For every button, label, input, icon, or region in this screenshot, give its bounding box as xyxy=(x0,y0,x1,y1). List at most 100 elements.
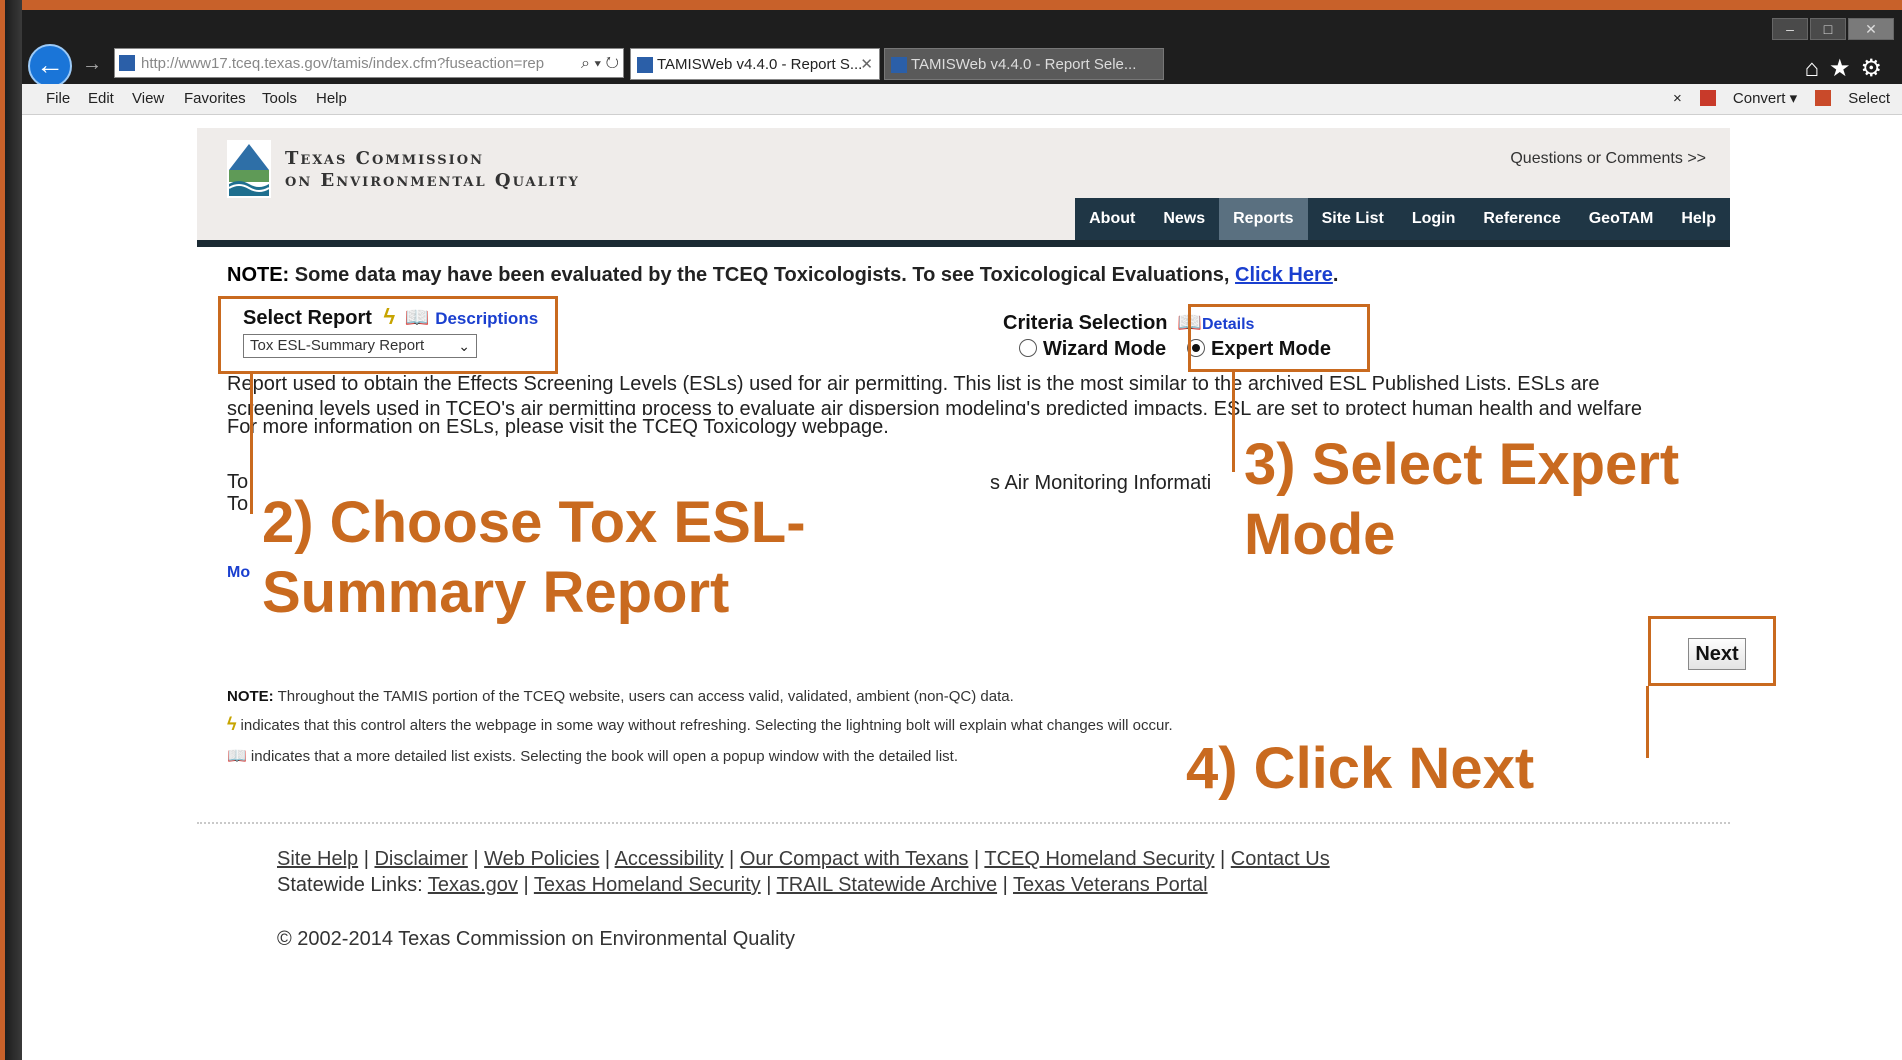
description-line-2: screening levels used in TCEQ's air perm… xyxy=(227,398,1643,415)
frame-border-left xyxy=(0,0,22,1060)
tamis-note-label: NOTE: xyxy=(227,688,274,705)
partial-text: To xyxy=(227,471,249,493)
statewide-links-label: Statewide Links: xyxy=(277,874,428,896)
nav-login[interactable]: Login xyxy=(1398,198,1470,240)
minimize-button[interactable]: – xyxy=(1772,18,1808,40)
restore-button[interactable]: □ xyxy=(1810,18,1846,40)
annotation-step-3-line-2: Mode xyxy=(1244,501,1396,567)
footer-homeland-security-link[interactable]: TCEQ Homeland Security xyxy=(984,848,1214,870)
annotation-step-2-line-1: 2) Choose Tox ESL- xyxy=(262,490,806,555)
select-button[interactable]: Select xyxy=(1815,90,1890,107)
annotation-step-4: 4) Click Next xyxy=(1186,736,1535,801)
tab-label: TAMISWeb v4.4.0 - Report S... xyxy=(657,56,863,73)
note-label: NOTE: xyxy=(227,264,290,286)
wizard-mode-option[interactable]: Wizard Mode xyxy=(1019,338,1166,361)
nav-reports[interactable]: Reports xyxy=(1219,198,1308,240)
back-arrow-icon: ← xyxy=(36,49,64,80)
forward-button[interactable]: → xyxy=(80,52,104,76)
address-url: http://www17.tceq.texas.gov/tamis/index.… xyxy=(141,55,545,72)
footer-compact-link[interactable]: Our Compact with Texans xyxy=(740,848,969,870)
wizard-mode-label: Wizard Mode xyxy=(1043,338,1167,360)
address-bar[interactable]: http://www17.tceq.texas.gov/tamis/index.… xyxy=(114,48,624,78)
bolt-legend-text: indicates that this control alters the w… xyxy=(240,717,1173,734)
select-label: Select xyxy=(1848,90,1890,107)
annotation-connector xyxy=(1232,372,1235,472)
nav-reference[interactable]: Reference xyxy=(1469,198,1574,240)
tab-label: TAMISWeb v4.4.0 - Report Sele... xyxy=(911,56,1137,73)
menu-edit[interactable]: Edit xyxy=(88,90,114,107)
tab-close-icon[interactable]: ✕ xyxy=(860,49,873,79)
settings-gear-icon[interactable]: ⚙ xyxy=(1860,55,1892,82)
partial-text: s Air Monitoring Informati xyxy=(990,472,1212,494)
toxicology-note: NOTE: Some data may have been evaluated … xyxy=(227,264,1338,287)
nav-news[interactable]: News xyxy=(1149,198,1219,240)
tamis-note: NOTE: Throughout the TAMIS portion of th… xyxy=(227,688,1014,705)
footer-site-help-link[interactable]: Site Help xyxy=(277,848,358,870)
convert-pdf-icon xyxy=(1699,90,1716,106)
footer-disclaimer-link[interactable]: Disclaimer xyxy=(374,848,467,870)
convert-label: Convert xyxy=(1732,90,1786,107)
footer-row-2: Statewide Links: Texas.gov | Texas Homel… xyxy=(277,874,1208,896)
annotation-box-select-report xyxy=(218,296,558,374)
org-name-line2: on Environmental Quality xyxy=(285,170,580,191)
tab-report-selection-active[interactable]: TAMISWeb v4.4.0 - Report S... ✕ xyxy=(630,48,880,80)
book-legend-text: indicates that a more detailed list exis… xyxy=(250,748,958,765)
favorites-star-icon[interactable]: ★ xyxy=(1829,55,1861,82)
tamis-note-text: Throughout the TAMIS portion of the TCEQ… xyxy=(273,688,1014,705)
close-window-button[interactable]: ✕ xyxy=(1848,18,1894,40)
tab-favicon-icon xyxy=(637,57,653,73)
nav-about[interactable]: About xyxy=(1075,198,1149,240)
footer-accessibility-link[interactable]: Accessibility xyxy=(615,848,724,870)
annotation-connector xyxy=(1646,686,1649,758)
menu-file[interactable]: File xyxy=(46,90,70,107)
menubar-right-tools: × Convert ▾ Select xyxy=(1659,89,1890,107)
annotation-connector xyxy=(250,374,253,514)
annotation-step-2: 2) Choose Tox ESL- Summary Report xyxy=(262,488,806,627)
footer-trail-link[interactable]: TRAIL Statewide Archive xyxy=(777,874,997,896)
footer-web-policies-link[interactable]: Web Policies xyxy=(484,848,599,870)
toolbar-close-button[interactable]: × xyxy=(1673,90,1682,107)
menu-bar: File Edit View Favorites Tools Help × Co… xyxy=(22,84,1902,115)
main-nav: About News Reports Site List Login Refer… xyxy=(1075,198,1730,240)
menu-view[interactable]: View xyxy=(132,90,164,107)
description-line-1: Report used to obtain the Effects Screen… xyxy=(227,373,1600,395)
menu-help[interactable]: Help xyxy=(316,90,347,107)
tceq-logo-icon[interactable] xyxy=(227,140,271,198)
partial-text: To xyxy=(227,493,249,515)
site-favicon-icon xyxy=(119,55,135,71)
note-end: . xyxy=(1332,264,1339,286)
copyright: © 2002-2014 Texas Commission on Environm… xyxy=(277,928,795,950)
click-here-link[interactable]: Click Here xyxy=(1235,264,1333,286)
nav-geotam[interactable]: GeoTAM xyxy=(1575,198,1668,240)
back-button[interactable]: ← xyxy=(28,44,72,88)
org-name: Texas Commission on Environmental Qualit… xyxy=(285,148,580,192)
footer-texas-gov-link[interactable]: Texas.gov xyxy=(428,874,518,896)
wizard-mode-radio[interactable] xyxy=(1019,339,1037,357)
footer-contact-link[interactable]: Contact Us xyxy=(1231,848,1330,870)
menu-tools[interactable]: Tools xyxy=(262,90,297,107)
questions-comments-link[interactable]: Questions or Comments >> xyxy=(1510,150,1706,168)
org-name-line1: Texas Commission xyxy=(285,148,484,169)
nav-site-list[interactable]: Site List xyxy=(1308,198,1398,240)
site-header: Texas Commission on Environmental Qualit… xyxy=(197,128,1730,247)
window-controls: – □ ✕ xyxy=(1772,18,1894,40)
annotation-step-2-line-2: Summary Report xyxy=(262,559,730,625)
frame-border xyxy=(0,0,1902,10)
select-pdf-icon xyxy=(1815,90,1832,106)
annotation-box-next xyxy=(1648,616,1776,686)
footer-divider xyxy=(197,822,1730,824)
footer-texas-homeland-link[interactable]: Texas Homeland Security xyxy=(534,874,761,896)
nav-help[interactable]: Help xyxy=(1667,198,1730,240)
address-tools: ⌕ ▾ ↻ xyxy=(580,55,619,72)
menu-favorites[interactable]: Favorites xyxy=(184,90,246,107)
footer-veterans-link[interactable]: Texas Veterans Portal xyxy=(1013,874,1208,896)
home-icon[interactable]: ⌂ xyxy=(1804,55,1829,82)
footer-links: Site Help | Disclaimer | Web Policies | … xyxy=(277,846,1330,898)
convert-button[interactable]: Convert ▾ xyxy=(1699,90,1797,107)
screenshot-frame: – □ ✕ ⌂★⚙ ← → http://www17.tceq.texas.go… xyxy=(0,0,1902,1060)
tab-report-selection-inactive[interactable]: TAMISWeb v4.4.0 - Report Sele... xyxy=(884,48,1164,80)
note-text: Some data may have been evaluated by the… xyxy=(289,264,1236,286)
annotation-step-3-line-1: 3) Select Expert xyxy=(1244,432,1680,497)
more-link[interactable]: Mo xyxy=(227,564,250,582)
lightning-bolt-icon: ϟ xyxy=(227,714,237,734)
